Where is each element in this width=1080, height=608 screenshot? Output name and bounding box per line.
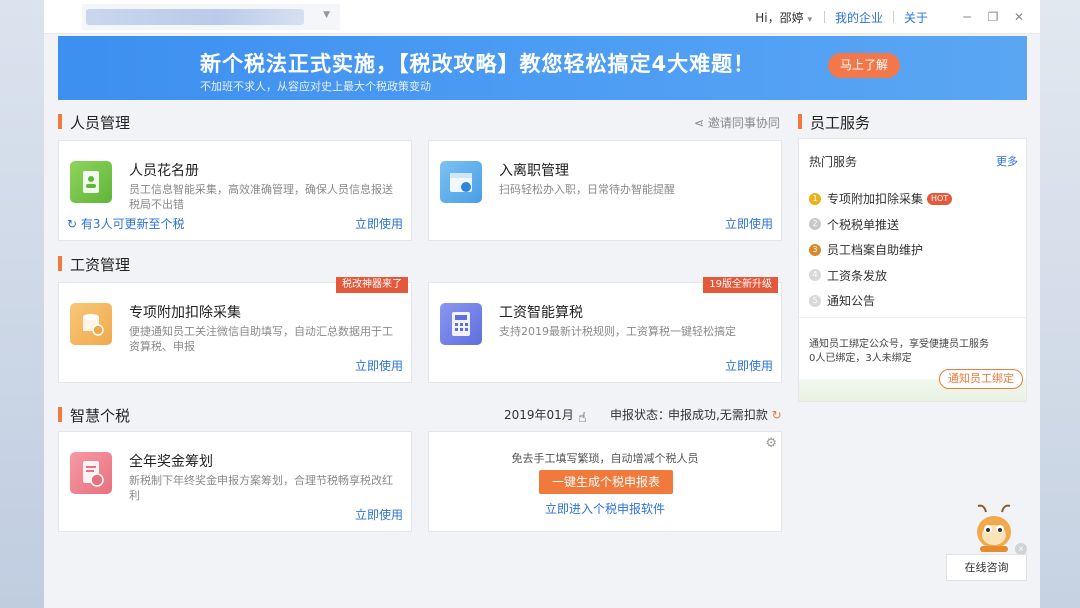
bind-hint: 通知员工绑定公众号，享受便捷员工服务 bbox=[809, 339, 989, 350]
database-icon bbox=[70, 303, 112, 345]
pointer-cursor-icon: ☝ bbox=[578, 410, 587, 426]
card-description: 支持2019最新计税规则，工资算税一键轻松搞定 bbox=[499, 325, 736, 338]
tax-period-selector[interactable]: 2019年01月 bbox=[504, 406, 574, 423]
divider bbox=[799, 317, 1026, 318]
promo-ribbon: 税改神器来了 bbox=[336, 277, 408, 293]
divider bbox=[823, 11, 825, 23]
document-dollar-icon bbox=[70, 452, 112, 494]
title-bar: ▼ Hi，邵婷 ▾ 我的企业 关于 ─ ❐ ✕ bbox=[44, 0, 1040, 34]
hot-badge: HOT bbox=[927, 192, 953, 205]
gear-icon[interactable]: ⚙ bbox=[765, 436, 777, 451]
generate-declaration-panel: ⚙ 免去手工填写繁琐，自动增减个税人员 一键生成个税申报表 立即进入个税申报软件 bbox=[428, 431, 782, 532]
notify-bind-button[interactable]: 通知员工绑定 bbox=[939, 369, 1023, 389]
filing-status-label: 申报状态： bbox=[610, 408, 671, 422]
roster-icon bbox=[70, 161, 112, 203]
invite-colleague-link[interactable]: ⋖ 邀请同事协同 bbox=[694, 114, 780, 131]
enter-tax-software-link[interactable]: 立即进入个税申报软件 bbox=[429, 500, 781, 517]
section-title-personnel: 人员管理 bbox=[58, 112, 130, 133]
close-button[interactable]: ✕ bbox=[1006, 10, 1032, 24]
company-name-redacted bbox=[86, 9, 304, 25]
section-title-salary: 工资管理 bbox=[58, 254, 130, 275]
card-description: 扫码轻松办入职，日常待办智能提醒 bbox=[499, 183, 675, 196]
my-company-link[interactable]: 我的企业 bbox=[835, 9, 883, 26]
use-now-link[interactable]: 立即使用 bbox=[355, 357, 403, 374]
use-now-link[interactable]: 立即使用 bbox=[355, 215, 403, 232]
user-menu[interactable]: Hi，邵婷 ▾ bbox=[755, 9, 812, 26]
rank-badge-icon: 3 bbox=[809, 243, 821, 256]
generate-declaration-button[interactable]: 一键生成个税申报表 bbox=[539, 470, 673, 494]
employee-services-panel: 热门服务 更多 1 专项附加扣除采集 HOT 2 个税税单推送 3 员工档案自助维护 4… bbox=[798, 138, 1027, 402]
card-title: 入离职管理 bbox=[499, 163, 569, 179]
hot-services-list: 1 专项附加扣除采集 HOT 2 个税税单推送 3 员工档案自助维护 4 工资条发放 5通… bbox=[809, 186, 953, 314]
about-link[interactable]: 关于 bbox=[904, 9, 928, 26]
section-title-smart-tax: 智慧个税 bbox=[58, 405, 130, 426]
divider bbox=[892, 11, 894, 23]
card-description: 新税制下年终奖金申报方案筹划，合理节税畅享税改红利 bbox=[129, 474, 393, 502]
generate-hint: 免去手工填写繁琐，自动增减个税人员 bbox=[511, 452, 699, 465]
use-now-link[interactable]: 立即使用 bbox=[355, 506, 403, 523]
online-consult-button[interactable]: 在线咨询 bbox=[946, 554, 1027, 581]
card-title: 人员花名册 bbox=[129, 163, 199, 179]
service-item[interactable]: 1 专项附加扣除采集 HOT bbox=[809, 186, 953, 212]
card-title: 全年奖金筹划 bbox=[129, 454, 213, 470]
user-menu-caret-icon: ▾ bbox=[807, 14, 812, 25]
card-deduction-collection[interactable]: 税改神器来了 专项附加扣除采集 便捷通知员工关注微信自助填写，自动汇总数据用于工… bbox=[58, 277, 412, 383]
service-item[interactable]: 5 通知公告 bbox=[809, 288, 952, 314]
hot-services-label: 热门服务 bbox=[809, 155, 858, 169]
rank-badge-icon: 2 bbox=[809, 218, 821, 231]
more-link[interactable]: 更多 bbox=[996, 153, 1018, 169]
banner-subtitle: 不加班不求人，从容应对史上最大个税政策变动 bbox=[200, 80, 431, 93]
refresh-icon[interactable]: ↻ bbox=[772, 408, 782, 422]
card-salary-tax-calc[interactable]: 19版全新升级 工资智能算税 支持2019最新计税规则，工资算税一键轻松搞定 立… bbox=[428, 277, 782, 383]
service-item[interactable]: 3 员工档案自助维护 bbox=[809, 237, 952, 263]
rank-badge-icon: 1 bbox=[809, 192, 821, 205]
rank-badge-icon: 4 bbox=[809, 269, 821, 282]
desktop-background-right bbox=[1040, 0, 1080, 608]
section-title-employee-services: 员工服务 bbox=[798, 112, 870, 133]
update-tax-link[interactable]: ↻ 有3人可更新至个税 bbox=[67, 215, 185, 232]
promo-banner[interactable]: 新个税法正式实施，【税改攻略】教您轻松搞定4大难题！ 不加班不求人，从容应对史上… bbox=[58, 36, 1027, 100]
card-description: 员工信息智能采集，高效准确管理，确保人员信息报送税局不出错 bbox=[129, 183, 393, 211]
refresh-icon: ↻ bbox=[67, 217, 78, 231]
calendar-icon bbox=[440, 161, 482, 203]
card-roster[interactable]: 人员花名册 员工信息智能采集，高效准确管理，确保人员信息报送税局不出错 ↻ 有3… bbox=[58, 140, 412, 241]
card-title: 工资智能算税 bbox=[499, 305, 583, 321]
service-item[interactable]: 2 个税税单推送 bbox=[809, 212, 952, 238]
filing-status-value: 申报成功,无需扣款 ↻ bbox=[668, 408, 782, 422]
promo-ribbon: 19版全新升级 bbox=[703, 277, 778, 293]
desktop-background-left bbox=[0, 0, 44, 608]
use-now-link[interactable]: 立即使用 bbox=[725, 215, 773, 232]
share-icon: ⋖ bbox=[694, 116, 705, 130]
chevron-down-icon: ▼ bbox=[323, 10, 330, 20]
service-item[interactable]: 4 工资条发放 bbox=[809, 263, 952, 289]
card-onboarding[interactable]: 入离职管理 扫码轻松办入职，日常待办智能提醒 立即使用 bbox=[428, 140, 782, 241]
use-now-link[interactable]: 立即使用 bbox=[725, 357, 773, 374]
bind-stats: 0人已绑定，3人未绑定 bbox=[809, 353, 912, 364]
company-selector[interactable]: ▼ bbox=[82, 4, 340, 30]
banner-title: 新个税法正式实施，【税改攻略】教您轻松搞定4大难题！ bbox=[200, 52, 756, 76]
learn-more-button[interactable]: 马上了解 bbox=[828, 53, 900, 78]
calculator-icon bbox=[440, 303, 482, 345]
card-bonus-planning[interactable]: 全年奖金筹划 新税制下年终奖金申报方案筹划，合理节税畅享税改红利 立即使用 bbox=[58, 431, 412, 532]
card-title: 专项附加扣除采集 bbox=[129, 305, 241, 321]
restore-button[interactable]: ❐ bbox=[980, 10, 1006, 24]
rank-badge-icon: 5 bbox=[809, 294, 821, 307]
minimize-button[interactable]: ─ bbox=[954, 10, 980, 24]
card-description: 便捷通知员工关注微信自助填写，自动汇总数据用于工资算税、申报 bbox=[129, 325, 393, 353]
app-window: ▼ Hi，邵婷 ▾ 我的企业 关于 ─ ❐ ✕ 新个税法正式实施，【税改攻略】教… bbox=[44, 0, 1040, 608]
